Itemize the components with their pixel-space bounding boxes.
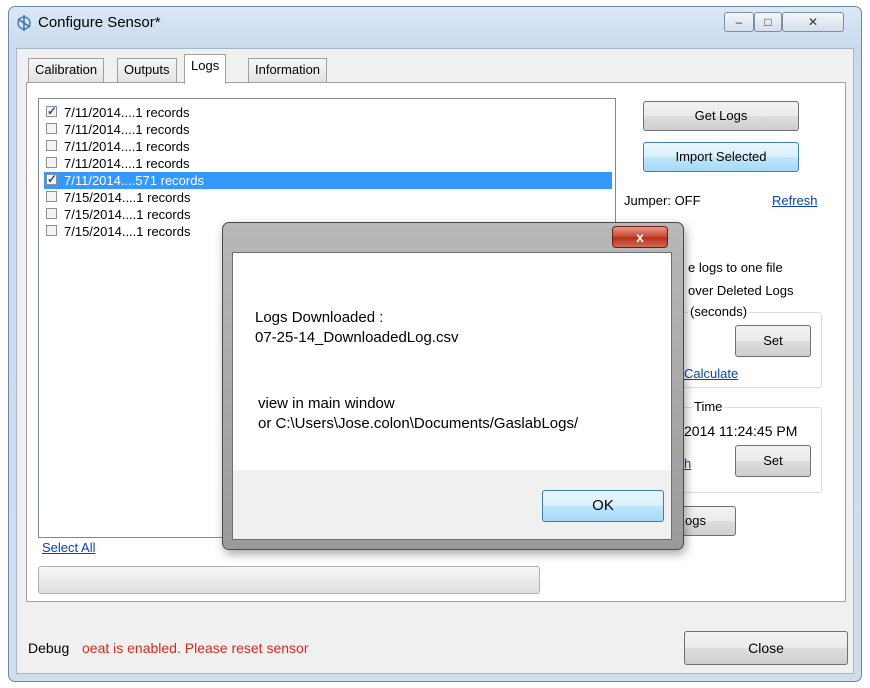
import-selected-button[interactable]: Import Selected: [643, 142, 799, 172]
list-item-label: 7/15/2014....1 records: [64, 207, 191, 222]
dialog-line-3: view in main window: [258, 395, 395, 412]
dialog-close-button[interactable]: x: [612, 226, 668, 248]
minimize-button[interactable]: –: [724, 12, 754, 32]
calculate-link[interactable]: Calculate: [684, 366, 738, 381]
list-item-label: 7/15/2014....1 records: [64, 224, 191, 239]
download-progress-bar: [38, 566, 540, 594]
get-logs-button[interactable]: Get Logs: [643, 101, 799, 131]
close-button[interactable]: Close: [684, 631, 848, 665]
list-item-checkbox[interactable]: [46, 140, 57, 151]
list-item-checkbox[interactable]: [46, 123, 57, 134]
list-item[interactable]: 7/11/2014....1 records: [44, 121, 612, 138]
list-item-label: 7/11/2014....1 records: [64, 156, 190, 171]
dialog-ok-button[interactable]: OK: [542, 490, 664, 522]
merge-logs-option[interactable]: e logs to one file: [688, 260, 783, 275]
maximize-button[interactable]: □: [754, 12, 782, 32]
tab-outputs[interactable]: Outputs: [117, 58, 177, 82]
set-interval-button[interactable]: Set: [735, 325, 811, 357]
recover-deleted-option[interactable]: over Deleted Logs: [688, 283, 794, 298]
delete-logs-button[interactable]: ogs: [676, 506, 736, 536]
window-title: Configure Sensor*: [38, 14, 161, 31]
list-item-label: 7/11/2014....1 records: [64, 105, 190, 120]
list-item-checkbox[interactable]: [46, 171, 57, 188]
close-icon: x: [636, 229, 644, 245]
dialog-filename: 07-25-14_DownloadedLog.csv: [255, 329, 459, 346]
interval-legend: (seconds): [688, 304, 750, 319]
minimize-icon: –: [735, 15, 743, 29]
list-item-checkbox[interactable]: [46, 103, 57, 120]
refresh-link[interactable]: Refresh: [772, 193, 818, 208]
set-time-button[interactable]: Set: [735, 445, 811, 477]
list-item-label: 7/11/2014....1 records: [64, 122, 190, 137]
list-item-checkbox[interactable]: [46, 225, 57, 236]
list-item-checkbox[interactable]: [46, 157, 57, 168]
list-item[interactable]: 7/11/2014....571 records: [44, 171, 612, 189]
dialog-log-path: or C:\Users\Jose.colon\Documents/GaslabL…: [258, 415, 579, 432]
sync-time-link[interactable]: h: [684, 456, 691, 471]
list-item-checkbox[interactable]: [46, 191, 57, 202]
maximize-icon: □: [764, 15, 772, 29]
close-icon: ✕: [807, 15, 819, 29]
list-item-checkbox[interactable]: [46, 208, 57, 219]
tab-logs[interactable]: Logs: [184, 54, 227, 84]
list-item[interactable]: 7/11/2014....1 records: [44, 155, 612, 172]
sensor-app-icon: [17, 15, 31, 31]
sensor-time-value: 2014 11:24:45 PM: [684, 423, 798, 439]
list-item[interactable]: 7/15/2014....1 records: [44, 206, 612, 223]
list-item-label: 7/11/2014....1 records: [64, 139, 190, 154]
jumper-status: Jumper: OFF: [624, 193, 701, 208]
time-legend: Time: [692, 399, 725, 414]
select-all-link[interactable]: Select All: [42, 540, 95, 555]
debug-warning-message: oeat is enabled. Please reset sensor: [82, 640, 309, 656]
tab-calibration[interactable]: Calibration: [28, 58, 105, 82]
debug-label: Debug: [28, 640, 70, 656]
list-item-label: 7/15/2014....1 records: [64, 190, 191, 205]
window-close-button[interactable]: ✕: [782, 12, 844, 32]
list-item[interactable]: 7/15/2014....1 records: [44, 189, 612, 206]
list-item[interactable]: 7/11/2014....1 records: [44, 138, 612, 155]
list-item[interactable]: 7/11/2014....1 records: [44, 103, 612, 121]
dialog-line-1: Logs Downloaded :: [255, 309, 384, 326]
list-item-label: 7/11/2014....571 records: [64, 173, 204, 188]
tab-information[interactable]: Information: [248, 58, 328, 82]
